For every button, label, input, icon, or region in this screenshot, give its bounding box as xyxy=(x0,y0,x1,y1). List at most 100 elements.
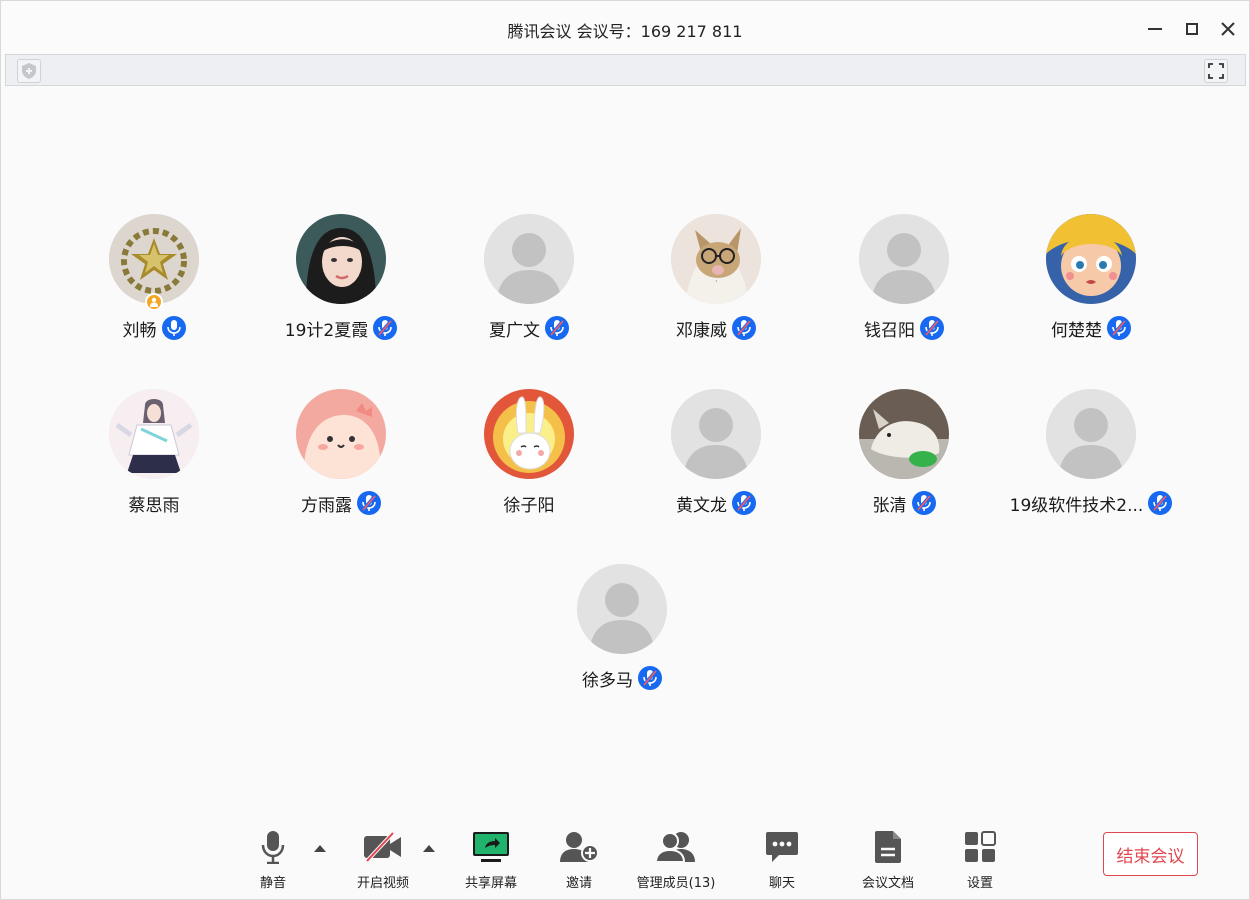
mic-muted-indicator xyxy=(911,491,936,515)
mic-muted-indicator xyxy=(545,316,569,340)
participant-tile[interactable]: 张清 xyxy=(814,389,994,529)
shield-icon xyxy=(22,63,36,79)
video-options-caret[interactable] xyxy=(422,841,436,855)
avatar xyxy=(1046,389,1136,479)
svg-text:·: · xyxy=(715,277,718,286)
participant-tile[interactable]: 徐多马 xyxy=(532,564,712,704)
host-badge-icon xyxy=(145,293,163,311)
meeting-window: 腾讯会议 会议号：169 217 811 刘畅 19计2夏霞 夏广文 · 邓康威 钱召阳 何… xyxy=(0,0,1250,900)
microphone-muted-icon xyxy=(377,320,393,336)
avatar xyxy=(109,389,199,479)
close-icon xyxy=(1221,22,1235,36)
avatar xyxy=(484,214,574,304)
participant-name: 徐多马 xyxy=(582,670,633,691)
participant-tile[interactable]: 蔡思雨 xyxy=(64,389,244,529)
microphone-muted-icon xyxy=(736,495,752,511)
participant-name-row: 19计2夏霞 xyxy=(251,315,431,341)
participant-tile[interactable]: 刘畅 xyxy=(64,214,244,354)
mute-button[interactable]: 静音 xyxy=(253,828,293,891)
members-icon xyxy=(655,832,695,863)
participant-name-row: 19级软件技术2... xyxy=(1001,490,1181,516)
avatar xyxy=(109,214,199,304)
participant-tile[interactable]: 钱召阳 xyxy=(814,214,994,354)
mic-muted-indicator xyxy=(920,316,944,340)
participant-tile[interactable]: 方雨露 xyxy=(251,389,431,529)
microphone-on-icon xyxy=(166,320,181,336)
mic-muted-indicator xyxy=(373,316,398,340)
mute-label: 静音 xyxy=(259,876,286,891)
participant-name-row: 方雨露 xyxy=(251,490,431,516)
avatar xyxy=(296,214,386,304)
participant-name-row: 黄文龙 xyxy=(626,490,806,516)
avatar xyxy=(484,389,574,479)
participant-name-row: 张清 xyxy=(814,490,994,516)
microphone-muted-icon xyxy=(361,495,377,511)
participant-name-row: 何楚楚 xyxy=(1001,315,1181,341)
participant-name: 方雨露 xyxy=(301,495,352,516)
audio-options-caret[interactable] xyxy=(313,841,327,855)
microphone-muted-icon xyxy=(916,495,931,511)
share-screen-icon xyxy=(473,832,509,862)
participant-name-row: 钱召阳 xyxy=(814,315,994,341)
document-icon xyxy=(875,831,901,863)
start-video-button[interactable]: 开启视频 xyxy=(351,828,415,891)
microphone-muted-icon xyxy=(736,320,752,336)
participant-name-row: 邓康威 xyxy=(626,315,806,341)
share-screen-label: 共享屏幕 xyxy=(464,876,517,891)
chat-icon xyxy=(766,832,798,862)
meeting-docs-button[interactable]: 会议文档 xyxy=(857,828,919,891)
participant-tile[interactable]: 夏广文 xyxy=(439,214,619,354)
settings-button[interactable]: 设置 xyxy=(961,828,999,891)
microphone-muted-icon xyxy=(1111,320,1127,336)
mic-muted-indicator xyxy=(1148,491,1173,515)
microphone-icon xyxy=(261,831,285,864)
participant-name: 黄文龙 xyxy=(676,495,727,516)
security-button[interactable] xyxy=(17,59,41,83)
minimize-icon xyxy=(1148,28,1162,30)
title-bar: 腾讯会议 会议号：169 217 811 xyxy=(1,1,1249,53)
fullscreen-button[interactable] xyxy=(1204,59,1228,83)
chat-label: 聊天 xyxy=(768,876,795,891)
microphone-muted-icon xyxy=(1152,495,1168,511)
settings-grid-icon xyxy=(965,831,996,862)
caret-up-icon xyxy=(423,845,435,852)
mic-muted-indicator xyxy=(357,491,381,515)
avatar: · xyxy=(671,214,761,304)
maximize-button[interactable] xyxy=(1178,15,1206,43)
end-meeting-button[interactable]: 结束会议 xyxy=(1103,832,1198,876)
mic-muted-indicator xyxy=(732,316,756,340)
participant-tile[interactable]: · 邓康威 xyxy=(626,214,806,354)
info-bar xyxy=(5,54,1246,86)
settings-label: 设置 xyxy=(966,876,993,891)
participant-tile[interactable]: 黄文龙 xyxy=(626,389,806,529)
window-title: 腾讯会议 会议号：169 217 811 xyxy=(507,22,743,41)
participant-name: 蔡思雨 xyxy=(128,495,180,516)
participant-name: 19计2夏霞 xyxy=(284,320,369,341)
avatar xyxy=(859,389,949,479)
participant-name: 徐子阳 xyxy=(503,495,555,516)
avatar xyxy=(577,564,667,654)
participant-tile[interactable]: 19级软件技术2... xyxy=(1001,389,1181,529)
video-off-icon xyxy=(364,832,401,862)
close-button[interactable] xyxy=(1214,15,1242,43)
share-screen-button[interactable]: 共享屏幕 xyxy=(461,828,521,891)
invite-button[interactable]: 邀请 xyxy=(558,828,600,891)
bottom-toolbar: 静音 开启视频 共享屏幕 邀请 管理成员(13) 聊天 会议文档 设置 结束会议 xyxy=(1,816,1249,900)
chat-button[interactable]: 聊天 xyxy=(763,828,801,891)
participant-name-row: 刘畅 xyxy=(64,315,244,341)
participant-tile[interactable]: 何楚楚 xyxy=(1001,214,1181,354)
participant-name-row: 夏广文 xyxy=(439,315,619,341)
minimize-button[interactable] xyxy=(1141,15,1169,43)
microphone-muted-icon xyxy=(549,320,565,336)
add-user-icon xyxy=(560,832,599,862)
participant-tile[interactable]: 徐子阳 xyxy=(439,389,619,529)
caret-up-icon xyxy=(314,845,326,852)
mic-on-indicator xyxy=(161,316,186,340)
participant-name: 19级软件技术2... xyxy=(1009,495,1144,516)
participant-tile[interactable]: 19计2夏霞 xyxy=(251,214,431,354)
microphone-muted-icon xyxy=(642,670,658,686)
meeting-docs-label: 会议文档 xyxy=(861,876,914,891)
invite-label: 邀请 xyxy=(565,876,592,891)
fullscreen-icon xyxy=(1208,63,1224,79)
manage-members-button[interactable]: 管理成员(13) xyxy=(635,828,717,891)
